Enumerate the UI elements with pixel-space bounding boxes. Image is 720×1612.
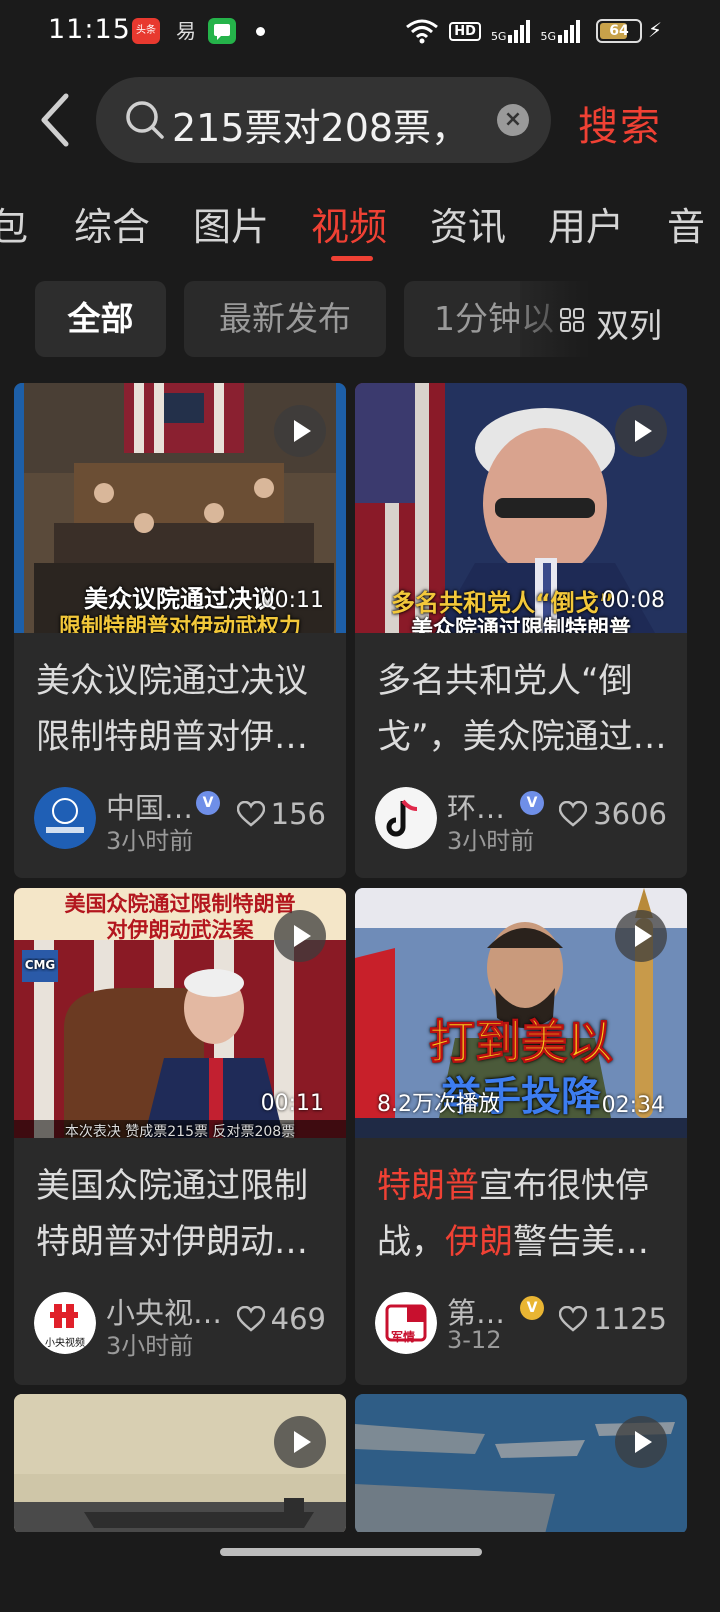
title-highlight: 伊朗 [445,1222,513,1262]
layout-toggle-button[interactable]: 双列 [520,281,720,357]
like-button[interactable]: 469 [236,1302,326,1336]
like-count: 156 [270,797,326,831]
close-icon: × [503,107,523,132]
video-card[interactable] [355,1394,687,1534]
avatar-label: 军情 [391,1330,416,1344]
wifi-icon [406,19,439,44]
tab-package[interactable]: 包 [0,196,28,251]
yi-app-icon: 易 [176,19,196,43]
video-duration: 00:11 [260,1091,324,1116]
avatar-label: 小央视频 [45,1338,85,1349]
verified-badge-icon: V [520,791,544,815]
search-icon [126,101,164,139]
video-thumbnail[interactable]: 打到美以 举手投降 8.2万次播放 02:34 [355,888,687,1138]
verified-badge-icon: V [520,1296,544,1320]
title-text: 警告美… [513,1222,649,1262]
status-bar: 11:15 头条 易 HD 5G 5G 64 ⚡ [0,0,720,64]
search-button[interactable]: 搜索 [578,94,662,152]
grid-icon [560,308,584,332]
toutiao-app-icon: 头条 [132,18,160,44]
signal-icon-2: 5G [540,19,580,43]
heart-icon [559,801,588,827]
tab-users[interactable]: 用户 [548,196,624,251]
tab-all[interactable]: 综合 [74,196,150,251]
home-indicator[interactable] [220,1548,482,1556]
video-thumbnail[interactable]: 美众议院通过决议 限制特朗普对伊动武权力 00:11 [14,383,346,633]
cmg-logo: CMG [24,958,56,972]
like-button[interactable]: 156 [236,797,326,831]
play-icon [274,1416,326,1468]
video-card[interactable]: 美众议院通过决议 限制特朗普对伊动武权力 00:11 美众议院通过决议限制特朗普… [14,383,346,878]
active-tab-indicator [331,256,373,261]
video-duration: 02:34 [601,1093,665,1118]
play-icon [615,910,667,962]
battery-icon: 64 [596,19,642,43]
like-button[interactable]: 3606 [559,797,667,831]
video-card[interactable]: 打到美以 举手投降 8.2万次播放 02:34 特朗普宣布很快停战，伊朗警告美…… [355,888,687,1385]
vote-caption: 本次表决 赞成票215票 反对票208票 [64,1124,296,1138]
tab-news[interactable]: 资讯 [430,196,506,251]
author-avatar[interactable] [34,787,96,849]
author-avatar[interactable] [375,787,437,849]
status-time: 11:15 [48,14,131,45]
layout-toggle-label: 双列 [596,306,662,345]
video-title[interactable]: 多名共和党人“倒戈”，美众院通过… [377,653,669,765]
video-card[interactable] [14,1394,346,1534]
tab-images[interactable]: 图片 [193,196,269,251]
publish-time: 3小时前 [447,827,535,855]
system-nav-bar [0,1532,720,1612]
back-button[interactable] [34,92,78,148]
notification-dot-icon [256,27,265,36]
overlay-caption: 打到美以 [429,1015,614,1070]
video-title[interactable]: 美众议院通过决议限制特朗普对伊… [36,653,328,765]
hd-icon: HD [449,21,481,41]
search-box[interactable]: 215票对208票， × [96,77,551,163]
clear-search-button[interactable]: × [497,104,529,136]
battery-level: 64 [609,23,629,39]
chevron-left-icon [41,93,69,147]
video-card[interactable]: 多名共和党人“倒戈” 美众院通过限制特朗普 00:08 多名共和党人“倒戈”，美… [355,383,687,878]
heart-icon [236,1306,265,1332]
tab-video[interactable]: 视频 [311,196,387,251]
video-thumbnail[interactable] [355,1394,687,1534]
play-icon [615,405,667,457]
publish-time: 3小时前 [106,1332,194,1360]
like-count: 1125 [593,1302,667,1336]
filter-all[interactable]: 全部 [35,281,166,357]
video-duration: 00:08 [601,588,665,613]
view-count: 8.2万次播放 [377,1092,500,1117]
overlay-caption-2: 美众院通过限制特朗普 [410,617,631,633]
play-icon [274,405,326,457]
play-icon [615,1416,667,1468]
video-thumbnail[interactable]: 多名共和党人“倒戈” 美众院通过限制特朗普 00:08 [355,383,687,633]
message-app-icon [208,18,236,44]
tab-music[interactable]: 音 [667,196,705,251]
signal-2-label: 5G [540,29,556,43]
play-icon [274,910,326,962]
signal-1-label: 5G [490,29,507,43]
title-highlight: 特朗普 [377,1166,479,1206]
like-count: 3606 [593,797,667,831]
signal-icon-1: 5G [490,19,531,43]
video-title[interactable]: 特朗普宣布很快停战，伊朗警告美… [377,1158,669,1270]
video-title[interactable]: 美国众院通过限制特朗普对伊朗动… [36,1158,328,1270]
charging-icon: ⚡ [647,18,662,42]
like-count: 469 [270,1302,326,1336]
search-input[interactable]: 215票对208票， [172,97,482,152]
video-duration: 00:11 [260,588,324,613]
publish-time: 3小时前 [106,827,194,855]
video-thumbnail[interactable] [14,1394,346,1534]
video-thumbnail[interactable]: 美国众院通过限制特朗普 对伊朗动武法案 CMG 本次表决 赞成票215票 反对票… [14,888,346,1138]
filter-latest[interactable]: 最新发布 [184,281,386,357]
video-card[interactable]: 美国众院通过限制特朗普 对伊朗动武法案 CMG 本次表决 赞成票215票 反对票… [14,888,346,1385]
publish-time: 3-12 [447,1326,502,1354]
verified-badge-icon: V [196,791,220,815]
heart-icon [236,801,265,827]
like-button[interactable]: 1125 [559,1302,667,1336]
heart-icon [559,1306,588,1332]
